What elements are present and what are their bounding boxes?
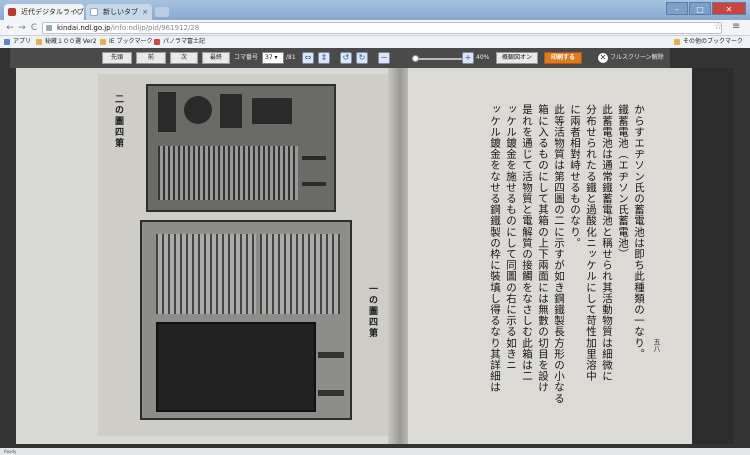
tab-inactive[interactable]: 新しいタブ × xyxy=(86,4,152,20)
new-tab-button[interactable] xyxy=(155,7,169,17)
zoom-slider-handle[interactable] xyxy=(411,55,419,62)
browser-toolbar: ← → C kindai.ndl.go.jp/info:ndljp/pid/96… xyxy=(0,20,750,36)
close-icon[interactable]: ✕ xyxy=(598,53,608,63)
frame-total: /81 xyxy=(286,54,296,61)
last-page-button[interactable]: 最終 xyxy=(202,52,230,64)
text-column: 是れを通じて活物質と電解質の接觸をなさしむ此箱は二 xyxy=(521,104,533,382)
fullscreen-exit-label[interactable]: フルスクリーン解除 xyxy=(610,52,664,64)
next-page-button[interactable]: 次 xyxy=(170,52,198,64)
chevron-down-icon: ▾ xyxy=(272,54,278,61)
ndl-favicon-icon xyxy=(8,8,16,16)
tab-strip: 近代デジタルライブラリ - × 新しいタブ × – □ ✕ xyxy=(0,0,750,20)
prev-page-button[interactable]: 前 xyxy=(136,52,166,64)
text-column: 鐵蓄電池（エヂソン氏蓄電池） xyxy=(617,104,629,260)
frame-number-label: コマ番号 xyxy=(234,54,259,61)
text-column: 此等活物質は第四圖の二に示すが如き鋼鐵製長方形の小なる xyxy=(553,104,565,404)
book-viewer: 先頭 前 次 最終 コマ番号 37 ▾ /81 ⇔ ⇕ ↺ ↻ − + 40% … xyxy=(0,48,750,448)
frame-number-value: 37 xyxy=(265,54,273,61)
text-column: 箱に入るものにして其箱の上下兩面には無數の切目を設け xyxy=(537,104,549,393)
bookmark-item[interactable]: 秘蔵１００選 Ver2 xyxy=(36,36,97,48)
left-page: 二の圖四第 一の圖四第 xyxy=(98,74,396,436)
figure-caption-top: 二の圖四第 xyxy=(113,94,123,149)
viewer-toolbar: 先頭 前 次 最終 コマ番号 37 ▾ /81 ⇔ ⇕ ↺ ↻ − + 40% … xyxy=(10,48,670,68)
first-page-button[interactable]: 先頭 xyxy=(102,52,132,64)
text-column: ッケル鍍金をなせる鋼鐵製の枠に裝填し得るなり其詳細は xyxy=(489,104,501,393)
close-window-button[interactable]: ✕ xyxy=(712,2,746,15)
figure-part xyxy=(220,94,242,128)
folder-icon xyxy=(100,39,106,45)
rotate-right-icon[interactable]: ↻ xyxy=(356,52,368,64)
other-bookmarks[interactable]: その他のブックマーク xyxy=(674,36,743,48)
url-host: kindai.ndl.go.jp xyxy=(57,24,111,32)
minimize-button[interactable]: – xyxy=(666,2,688,15)
url-path: /info:ndljp/pid/961912/28 xyxy=(110,24,200,32)
figure-part xyxy=(302,156,326,160)
bookmark-star-icon[interactable]: ☆ xyxy=(714,22,722,32)
page-icon xyxy=(90,8,98,16)
tab-active[interactable]: 近代デジタルライブラリ - × xyxy=(4,4,84,20)
browser-window: 近代デジタルライブラリ - × 新しいタブ × – □ ✕ ← → C kind… xyxy=(0,0,750,455)
bookmark-icon xyxy=(36,39,42,45)
figure-part xyxy=(158,92,176,132)
apps-icon xyxy=(4,39,10,45)
figure-part xyxy=(318,390,344,396)
figure-part xyxy=(302,182,326,186)
frame-number-select[interactable]: 37 ▾ xyxy=(262,52,284,64)
overview-button[interactable]: 概観図オン xyxy=(496,52,538,64)
bookmark-label: 秘蔵１００選 Ver2 xyxy=(45,38,97,45)
print-button[interactable]: 印刷する xyxy=(544,52,582,64)
figure-part xyxy=(260,234,340,314)
status-bar: Ready xyxy=(0,448,750,455)
forward-button[interactable]: → xyxy=(16,22,28,34)
rotate-left-icon[interactable]: ↺ xyxy=(340,52,352,64)
bookmark-item[interactable]: パノラマ富士記 xyxy=(154,36,205,48)
address-bar[interactable]: kindai.ndl.go.jp/info:ndljp/pid/961912/2… xyxy=(42,22,722,34)
maximize-button[interactable]: □ xyxy=(689,2,711,15)
page-info-icon[interactable] xyxy=(46,25,52,31)
bookmark-apps[interactable]: アプリ xyxy=(4,36,31,48)
figure-part xyxy=(184,96,212,124)
bookmark-icon xyxy=(154,39,160,45)
back-button[interactable]: ← xyxy=(4,22,16,34)
text-column: 分布せられたる鐵と過酸化ニッケルにして苛性加里溶中 xyxy=(585,104,597,382)
figure-part xyxy=(252,98,292,124)
tab-title: 新しいタブ xyxy=(103,8,138,16)
window-controls: – □ ✕ xyxy=(666,2,746,16)
folder-icon xyxy=(674,39,680,45)
fit-page-icon[interactable]: ⇕ xyxy=(318,52,330,64)
figure-4-2-illustration xyxy=(146,84,336,212)
figure-part xyxy=(318,352,344,358)
text-column: 此蓄電池は通常鐵蓄電池と稱せられ其活動物質は細微に xyxy=(601,104,613,382)
zoom-percent: 40% xyxy=(476,54,490,61)
bookmarks-bar: アプリ 秘蔵１００選 Ver2 IE ブックマーク パノラマ富士記 その他のブッ… xyxy=(0,36,750,48)
bookmark-label: その他のブックマーク xyxy=(683,38,744,45)
fit-width-icon[interactable]: ⇔ xyxy=(302,52,314,64)
reload-button[interactable]: C xyxy=(28,22,40,34)
page-edge xyxy=(692,68,734,444)
book-scan: 二の圖四第 一の圖四第 五八 からすエヂソン氏の蓄電池は即ち此種類の一なり。 鐵… xyxy=(16,68,734,444)
vertical-text-body: からすエヂソン氏の蓄電池は即ち此種類の一なり。 鐵蓄電池（エヂソン氏蓄電池） 此… xyxy=(418,104,646,424)
menu-icon[interactable]: ≡ xyxy=(732,21,740,32)
text-column: からすエヂソン氏の蓄電池は即ち此種類の一なり。 xyxy=(633,104,645,360)
text-column: ッケル鍍金を施せるものにして同圖の右に示る如きニ xyxy=(505,104,517,371)
figure-part xyxy=(158,146,298,200)
bookmark-label: パノラマ富士記 xyxy=(163,38,206,45)
tab-close-icon[interactable]: × xyxy=(142,4,148,20)
figure-4-1-illustration xyxy=(140,220,352,420)
bookmark-label: IE ブックマーク xyxy=(109,38,153,45)
tab-close-icon[interactable]: × xyxy=(74,4,80,20)
bookmark-label: アプリ xyxy=(13,38,32,45)
text-column: に兩者相對峙せるものなり。 xyxy=(569,104,581,249)
figure-part xyxy=(156,234,256,314)
figure-part xyxy=(156,322,316,412)
right-page: 五八 からすエヂソン氏の蓄電池は即ち此種類の一なり。 鐵蓄電池（エヂソン氏蓄電池… xyxy=(408,68,692,444)
bookmark-item[interactable]: IE ブックマーク xyxy=(100,36,152,48)
zoom-out-icon[interactable]: − xyxy=(378,52,390,64)
figure-caption-bottom: 一の圖四第 xyxy=(367,284,377,339)
zoom-in-icon[interactable]: + xyxy=(462,52,474,64)
page-number: 五八 xyxy=(653,338,661,352)
